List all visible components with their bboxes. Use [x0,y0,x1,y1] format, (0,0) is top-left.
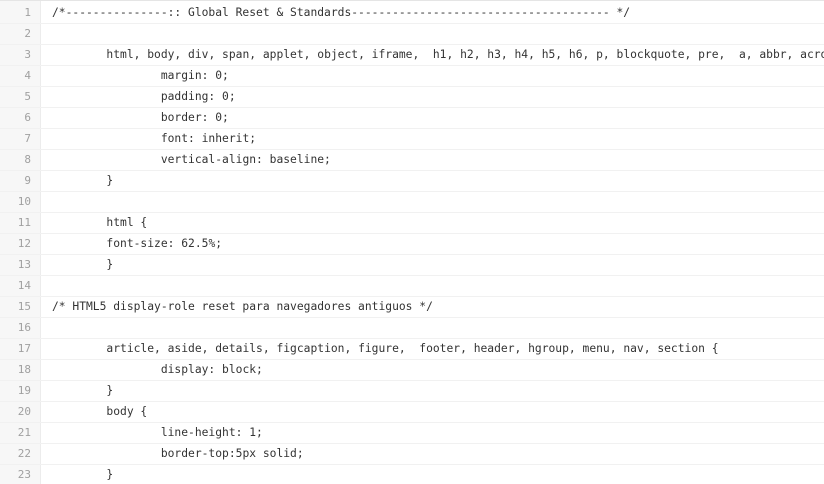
code-text[interactable]: border: 0; [52,107,229,128]
code-text[interactable]: font: inherit; [52,128,256,149]
line-number: 21 [17,426,31,439]
line-number: 1 [24,6,31,19]
code-line: 19 } [0,380,824,401]
code-text[interactable]: } [52,254,113,275]
line-number: 12 [17,237,31,250]
line-number: 6 [24,111,31,124]
code-line: 13 } [0,254,824,275]
line-number: 9 [24,174,31,187]
line-number: 7 [24,132,31,145]
line-number: 2 [24,27,31,40]
line-number: 8 [24,153,31,166]
code-text[interactable]: /*---------------:: Global Reset & Stand… [52,2,630,23]
code-line: 11 html { [0,212,824,233]
code-line: 9 } [0,170,824,191]
code-text[interactable]: font-size: 62.5%; [52,233,222,254]
line-number: 14 [17,279,31,292]
code-line: 2 [0,23,824,44]
line-number: 10 [17,195,31,208]
line-number: 23 [17,468,31,481]
line-number: 17 [17,342,31,355]
code-line: 7 font: inherit; [0,128,824,149]
code-line: 16 [0,317,824,338]
code-line: 6 border: 0; [0,107,824,128]
line-number: 20 [17,405,31,418]
code-text[interactable]: border-top:5px solid; [52,443,304,464]
code-text[interactable]: vertical-align: baseline; [52,149,331,170]
code-line: 5 padding: 0; [0,86,824,107]
code-line: 10 [0,191,824,212]
code-text[interactable]: } [52,170,113,191]
code-text[interactable]: padding: 0; [52,86,236,107]
code-line: 3 html, body, div, span, applet, object,… [0,44,824,65]
code-lines: 1 /*---------------:: Global Reset & Stan… [0,2,824,484]
code-text[interactable]: margin: 0; [52,65,229,86]
code-text[interactable]: html { [52,212,147,233]
code-text[interactable]: display: block; [52,359,263,380]
line-number: 15 [17,300,31,313]
code-line: 12 font-size: 62.5%; [0,233,824,254]
code-viewer[interactable]: 1 /*---------------:: Global Reset & Stan… [0,0,824,484]
code-line: 22 border-top:5px solid; [0,443,824,464]
line-number: 4 [24,69,31,82]
line-number: 19 [17,384,31,397]
code-line: 4 margin: 0; [0,65,824,86]
code-text[interactable]: html, body, div, span, applet, object, i… [52,44,824,65]
code-line: 20 body { [0,401,824,422]
line-number: 11 [17,216,31,229]
code-line: 23 } [0,464,824,484]
code-line: 21 line-height: 1; [0,422,824,443]
line-number: 16 [17,321,31,334]
line-number: 18 [17,363,31,376]
line-number: 13 [17,258,31,271]
code-line: 14 [0,275,824,296]
code-line: 17 article, aside, details, figcaption, … [0,338,824,359]
code-line: 15 /* HTML5 display-role reset para naveg… [0,296,824,317]
code-line: 18 display: block; [0,359,824,380]
code-text[interactable]: } [52,380,113,401]
code-line: 1 /*---------------:: Global Reset & Stan… [0,2,824,23]
code-line: 8 vertical-align: baseline; [0,149,824,170]
line-number: 5 [24,90,31,103]
code-text[interactable]: /* HTML5 display-role reset para navegad… [52,296,433,317]
code-text[interactable]: article, aside, details, figcaption, fig… [52,338,718,359]
line-number: 22 [17,447,31,460]
line-number: 3 [24,48,31,61]
code-text[interactable]: body { [52,401,147,422]
code-text[interactable]: } [52,464,113,484]
code-text[interactable]: line-height: 1; [52,422,263,443]
